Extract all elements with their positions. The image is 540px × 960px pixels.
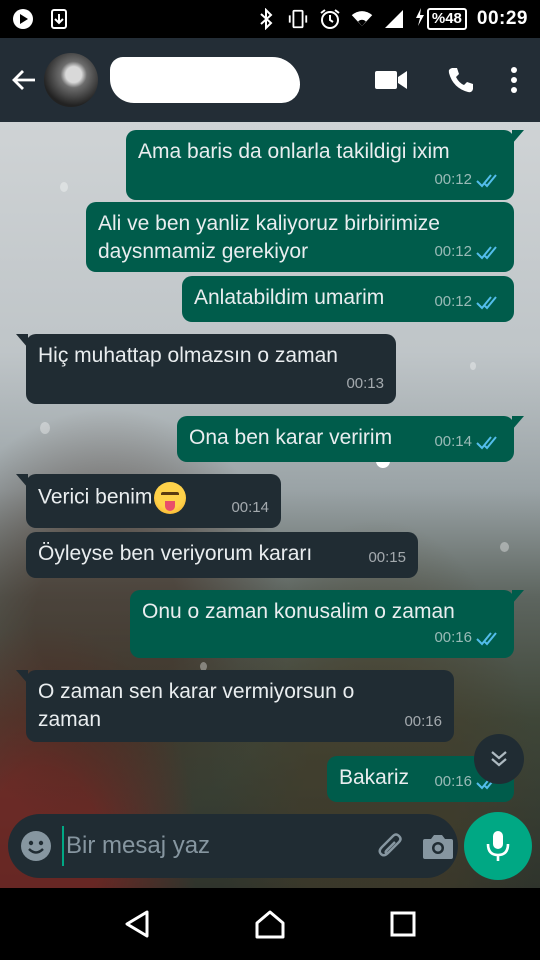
message-text: O zaman sen karar vermiyorsun o zaman bbox=[38, 680, 355, 731]
emoji-icon bbox=[21, 831, 51, 861]
read-ticks-icon bbox=[476, 632, 497, 646]
voice-message-button[interactable] bbox=[464, 812, 532, 880]
message-text: Öyleyse ben veriyorum kararı bbox=[38, 542, 313, 565]
nav-recents-button[interactable] bbox=[373, 894, 433, 954]
download-icon bbox=[48, 8, 70, 30]
read-ticks-icon bbox=[476, 174, 497, 188]
nav-back-button[interactable] bbox=[107, 894, 167, 954]
message-text: Onu o zaman konusalim o zaman bbox=[142, 600, 455, 623]
message-time: 00:12 bbox=[434, 171, 472, 188]
microphone-icon bbox=[486, 831, 510, 861]
message-composer bbox=[8, 814, 458, 878]
read-ticks-icon bbox=[476, 246, 497, 260]
chat-header bbox=[0, 38, 540, 122]
contact-avatar[interactable] bbox=[44, 53, 98, 107]
charging-icon bbox=[415, 7, 425, 31]
scroll-to-bottom-button[interactable] bbox=[474, 734, 524, 784]
read-ticks-icon bbox=[476, 436, 497, 450]
nav-home-button[interactable] bbox=[240, 894, 300, 954]
voice-call-button[interactable] bbox=[426, 50, 496, 110]
message-bubble[interactable]: Ona ben karar veririm 00:14 bbox=[177, 416, 524, 462]
message-time: 00:14 bbox=[434, 433, 472, 450]
paperclip-icon bbox=[378, 833, 402, 857]
message-bubble[interactable]: Ama baris da onlarla takildigi ixim 00:1… bbox=[126, 130, 524, 200]
camera-button[interactable] bbox=[422, 826, 454, 866]
alarm-icon bbox=[319, 8, 341, 30]
battery-indicator: %48 bbox=[415, 7, 467, 31]
square-recents-icon bbox=[390, 911, 416, 937]
message-time: 00:13 bbox=[346, 375, 384, 392]
message-time: 00:14 bbox=[231, 499, 269, 516]
double-chevron-down-icon bbox=[491, 751, 507, 767]
message-bubble[interactable]: Onu o zaman konusalim o zaman 00:16 bbox=[130, 590, 524, 658]
chat-wallpaper: Ama baris da onlarla takildigi ixim 00:1… bbox=[0, 122, 540, 888]
message-time: 00:16 bbox=[404, 713, 442, 730]
system-navigation-bar bbox=[0, 888, 540, 960]
message-time: 00:16 bbox=[434, 629, 472, 646]
triangle-back-icon bbox=[125, 910, 149, 938]
signal-icon bbox=[383, 8, 405, 30]
attach-button[interactable] bbox=[376, 826, 406, 866]
message-bubble[interactable]: Anlatabildim umarim 00:12 bbox=[182, 276, 514, 322]
message-bubble[interactable]: Öyleyse ben veriyorum kararı 00:15 bbox=[26, 532, 418, 578]
message-time: 00:15 bbox=[368, 549, 406, 566]
message-time: 00:12 bbox=[434, 243, 472, 260]
message-bubble[interactable]: Hiç muhattap olmazsın o zaman 00:13 bbox=[16, 334, 396, 404]
home-icon bbox=[255, 910, 285, 939]
status-clock: 00:29 bbox=[476, 8, 528, 29]
message-text: Verici benim bbox=[38, 485, 153, 509]
video-call-icon bbox=[375, 71, 407, 89]
more-icon bbox=[511, 67, 517, 93]
message-time: 00:12 bbox=[434, 293, 472, 310]
status-bar: %48 00:29 bbox=[0, 0, 540, 38]
battery-level: %48 bbox=[426, 8, 467, 30]
message-text: Hiç muhattap olmazsın o zaman bbox=[38, 344, 338, 367]
back-button[interactable] bbox=[8, 60, 40, 100]
bluetooth-icon bbox=[255, 8, 277, 30]
more-options-button[interactable] bbox=[496, 50, 532, 110]
read-ticks-icon bbox=[476, 296, 497, 310]
phone-icon bbox=[448, 68, 473, 93]
play-icon bbox=[12, 8, 34, 30]
message-bubble[interactable]: O zaman sen karar vermiyorsun o zaman 00… bbox=[16, 670, 454, 742]
wifi-icon bbox=[351, 8, 373, 30]
squinting-tongue-emoji bbox=[154, 482, 187, 514]
message-time: 00:16 bbox=[434, 773, 472, 790]
message-bubble[interactable]: Verici benim 00:14 bbox=[16, 474, 281, 528]
message-text: Ama baris da onlarla takildigi ixim bbox=[138, 140, 450, 163]
video-call-button[interactable] bbox=[356, 50, 426, 110]
arrow-left-icon bbox=[12, 70, 35, 90]
camera-icon bbox=[423, 835, 453, 859]
emoji-button[interactable] bbox=[20, 826, 52, 866]
vibrate-icon bbox=[287, 8, 309, 30]
message-input[interactable] bbox=[62, 826, 376, 866]
contact-name[interactable] bbox=[110, 57, 300, 103]
message-bubble[interactable]: Ali ve ben yanliz kaliyoruz birbirimize … bbox=[86, 202, 514, 272]
